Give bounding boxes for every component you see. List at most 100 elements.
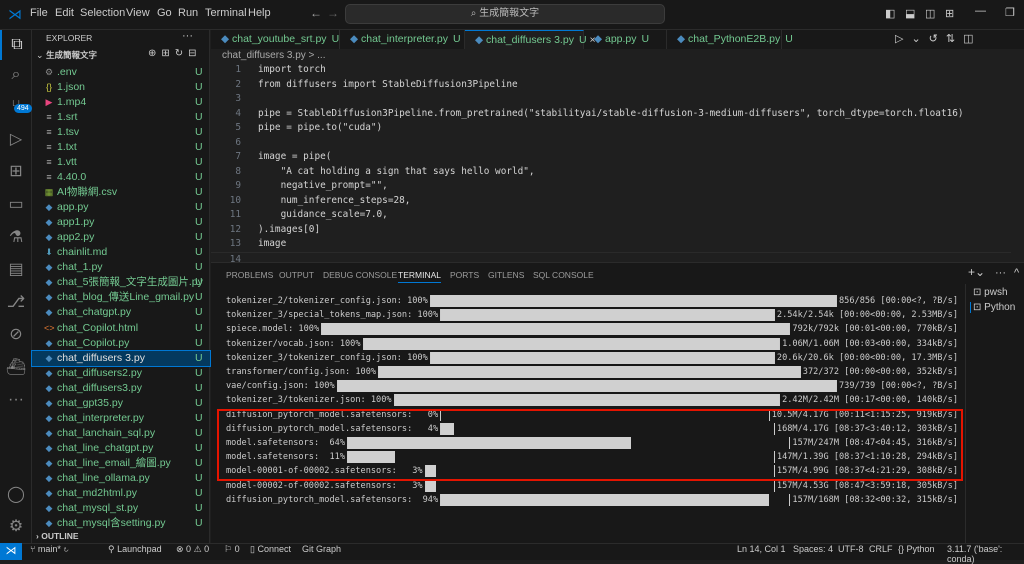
tab-chat-diffusers-3-py[interactable]: ◆ chat_diffusers 3.py U ×: [465, 30, 596, 49]
file-item[interactable]: ◆ chat_mysql_st.py U: [32, 501, 210, 516]
editor-actions-icons[interactable]: ▷⌄↺⇅◫: [895, 32, 982, 45]
menu-edit[interactable]: Edit: [55, 7, 74, 19]
git-graph-button[interactable]: Git Graph: [302, 544, 341, 554]
code-line[interactable]: 13 image: [211, 237, 1011, 252]
file-item[interactable]: ◆ chat_mysql含setting.py U: [32, 516, 210, 531]
code-line[interactable]: 4 pipe = StableDiffusion3Pipeline.from_pr…: [211, 107, 1011, 122]
tab-chat-pythone2b-py[interactable]: ◆ chat_PythonE2B.py U: [667, 30, 793, 49]
gitlens-icon[interactable]: ⎇: [0, 288, 32, 318]
code-line[interactable]: 9 negative_prompt="",: [211, 179, 1011, 194]
file-item[interactable]: ◆ chat_interpreter.py U: [32, 411, 210, 426]
code-line[interactable]: 6: [211, 136, 1011, 151]
git-graph-icon[interactable]: ⊘: [0, 320, 32, 350]
menu-run[interactable]: Run: [178, 7, 198, 19]
outline-section[interactable]: › OUTLINE: [36, 531, 79, 541]
panel-more-icon[interactable]: ···: [995, 267, 1006, 279]
more-icon[interactable]: ···: [0, 385, 32, 415]
file-item[interactable]: {} 1.json U: [32, 80, 210, 95]
file-item[interactable]: ◆ chat_1.py U: [32, 260, 210, 275]
file-item[interactable]: ◆ chat_diffusers3.py U: [32, 381, 210, 396]
file-item[interactable]: ◆ chat_diffusers 3.py U: [31, 349, 211, 367]
panel-tab-ports[interactable]: PORTS: [450, 270, 479, 280]
language-mode[interactable]: {} Python: [898, 544, 935, 554]
file-item[interactable]: <> chat_Copilot.html U: [32, 321, 210, 336]
panel-tab-debug-console[interactable]: DEBUG CONSOLE: [323, 270, 397, 280]
branch-indicator[interactable]: ⑂ main* ↻: [30, 544, 69, 554]
file-item[interactable]: ◆ chat_diffusers2.py U: [32, 366, 210, 381]
extensions-icon[interactable]: ⊞: [0, 157, 32, 187]
menu-selection[interactable]: Selection: [80, 7, 125, 19]
file-item[interactable]: ◆ chat_blog_傳送Line_gmail.py U: [32, 290, 210, 305]
panel-tab-sql-console[interactable]: SQL CONSOLE: [533, 270, 594, 280]
panel-tab-gitlens[interactable]: GITLENS: [488, 270, 524, 280]
forward-arrow-icon[interactable]: →: [327, 6, 339, 20]
toggle-sidebar-icon[interactable]: ◧: [885, 7, 895, 20]
code-line[interactable]: 7 image = pipe(: [211, 150, 1011, 165]
file-item[interactable]: ◆ chat_chatgpt.py U: [32, 305, 210, 320]
restore-icon[interactable]: ❐: [1005, 6, 1015, 19]
docker-icon[interactable]: ⛴: [0, 353, 32, 383]
problems-indicator[interactable]: ⊗ 0 ⚠ 0: [176, 544, 209, 555]
toggle-secondary-sidebar-icon[interactable]: ◫: [925, 7, 935, 20]
menu-view[interactable]: View: [126, 7, 150, 19]
encoding[interactable]: UTF-8: [838, 544, 864, 554]
command-center-search[interactable]: ⌕ 生成簡報文字: [345, 4, 665, 24]
ports-indicator[interactable]: ⚐ 0: [224, 544, 240, 555]
file-item[interactable]: ⚙ .env U: [32, 65, 210, 80]
run-debug-icon[interactable]: ▷: [0, 125, 32, 155]
indentation[interactable]: Spaces: 4: [793, 544, 833, 554]
code-line[interactable]: 11 guidance_scale=7.0,: [211, 208, 1011, 223]
file-item[interactable]: ◆ chat_Copilot.py U: [32, 336, 210, 351]
menu-terminal[interactable]: Terminal: [205, 7, 247, 19]
tab-chat-youtube-srt-py[interactable]: ◆ chat_youtube_srt.py U: [211, 30, 340, 49]
file-item[interactable]: ≡ 1.tsv U: [32, 125, 210, 140]
file-item[interactable]: ◆ chat_5張簡報_文字生成圖片.py U: [32, 275, 210, 290]
terminal-pwsh[interactable]: ⊡ pwsh: [973, 287, 1008, 298]
more-actions-icon[interactable]: ···: [182, 30, 193, 42]
search-icon[interactable]: ⌕: [0, 60, 32, 90]
explorer-toolbar-icons[interactable]: ⊕⊞↻⊟: [148, 48, 202, 59]
maximize-panel-icon[interactable]: ^: [1014, 267, 1019, 279]
testing-icon[interactable]: ⚗: [0, 223, 32, 253]
tab-chat-interpreter-py[interactable]: ◆ chat_interpreter.py U: [340, 30, 465, 49]
python-interpreter[interactable]: 3.11.7 ('base': conda): [947, 544, 1024, 564]
code-line[interactable]: 12).images[0]: [211, 223, 1011, 238]
toggle-panel-icon[interactable]: ⬓: [905, 7, 915, 20]
code-line[interactable]: 10 num_inference_steps=28,: [211, 194, 1011, 209]
tab-app-py[interactable]: ◆ app.py U: [584, 30, 667, 49]
folder-icon[interactable]: ▤: [0, 255, 32, 285]
file-item[interactable]: ◆ app.py U: [32, 200, 210, 215]
code-line[interactable]: 5 pipe = pipe.to("cuda"): [211, 121, 1011, 136]
file-item[interactable]: ◆ app2.py U: [32, 230, 210, 245]
menu-go[interactable]: Go: [157, 7, 172, 19]
new-terminal-icon[interactable]: +⌄: [968, 265, 985, 279]
code-line[interactable]: 1 import torch: [211, 63, 1011, 78]
remote-explorer-icon[interactable]: ▭: [0, 190, 32, 220]
code-line[interactable]: 2 from diffusers import StableDiffusion3P…: [211, 78, 1011, 93]
customize-layout-icon[interactable]: ⊞: [945, 7, 954, 20]
code-line[interactable]: 8 "A cat holding a sign that says hello …: [211, 165, 1011, 180]
menu-file[interactable]: File: [30, 7, 48, 19]
file-item[interactable]: ≡ 4.40.0 U: [32, 170, 210, 185]
remote-indicator-icon[interactable]: ⋊: [0, 543, 22, 560]
panel-tab-terminal[interactable]: TERMINAL: [398, 270, 441, 283]
file-item[interactable]: ≡ 1.vtt U: [32, 155, 210, 170]
account-icon[interactable]: ◯: [0, 480, 32, 510]
line-ending[interactable]: CRLF: [869, 544, 893, 554]
folder-header[interactable]: ⌄ 生成簡報文字: [36, 49, 97, 61]
file-item[interactable]: ◆ chat_line_ollama.py U: [32, 471, 210, 486]
panel-tab-problems[interactable]: PROBLEMS: [226, 270, 273, 280]
file-item[interactable]: ≡ 1.txt U: [32, 140, 210, 155]
file-item[interactable]: ≡ 1.srt U: [32, 110, 210, 125]
settings-gear-icon[interactable]: ⚙: [0, 512, 32, 542]
launchpad-button[interactable]: ⚲ Launchpad: [108, 544, 162, 555]
explorer-icon[interactable]: ⧉: [0, 30, 32, 60]
file-item[interactable]: ◆ chat_line_email_繪圖.py U: [32, 456, 210, 471]
file-item[interactable]: ⬇ chainlit.md U: [32, 245, 210, 260]
breadcrumb[interactable]: chat_diffusers 3.py > ...: [222, 50, 326, 61]
panel-tab-output[interactable]: OUTPUT: [279, 270, 314, 280]
menu-help[interactable]: Help: [248, 7, 271, 19]
file-item[interactable]: ◆ chat_line_chatgpt.py U: [32, 441, 210, 456]
code-line[interactable]: 3: [211, 92, 1011, 107]
minimize-icon[interactable]: —: [975, 5, 986, 17]
